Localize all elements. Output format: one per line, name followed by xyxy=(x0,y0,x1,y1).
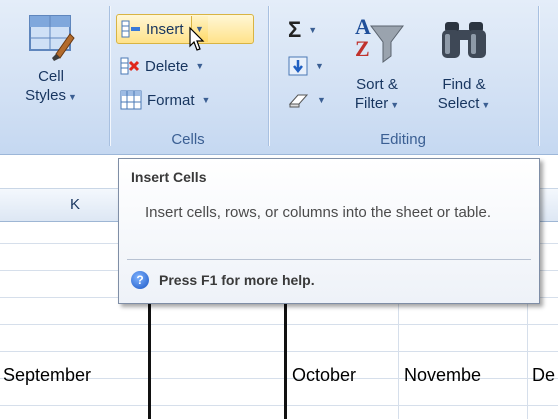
cell-december[interactable]: De xyxy=(532,365,555,386)
sort-filter-button[interactable]: A Z Sort & Filter ▼ xyxy=(342,12,412,115)
fill-button[interactable]: ▼ xyxy=(284,52,330,80)
clear-button[interactable]: ▼ xyxy=(284,86,332,114)
delete-cells-icon xyxy=(120,57,140,75)
dropdown-arrow-icon[interactable]: ▼ xyxy=(317,95,326,105)
tooltip-title: Insert Cells xyxy=(131,169,207,185)
sort-filter-icon: A Z xyxy=(355,14,404,63)
help-icon: ? xyxy=(131,271,149,289)
cell-styles-icon xyxy=(29,15,75,61)
tooltip-help: ? Press F1 for more help. xyxy=(131,271,315,289)
cell-november[interactable]: Novembe xyxy=(404,365,481,386)
find-select-label-2: Select ▼ xyxy=(437,95,491,112)
delete-button[interactable]: Delete ▼ xyxy=(116,52,210,80)
dropdown-arrow-icon[interactable]: ▼ xyxy=(315,61,324,71)
cell-styles-label-2: Styles ▼ xyxy=(25,87,77,104)
cells-group: Insert ▼ Delete ▼ Format ▼ Cells xyxy=(112,6,264,150)
dropdown-arrow-icon: ▼ xyxy=(390,100,400,110)
group-separator xyxy=(268,6,269,146)
cell-styles-button[interactable]: Cell Styles ▼ xyxy=(10,12,92,107)
find-select-label-1: Find & xyxy=(442,76,486,93)
insert-cells-tooltip: Insert Cells Insert cells, rows, or colu… xyxy=(118,158,540,304)
cell-border xyxy=(284,290,287,419)
group-separator xyxy=(538,6,539,146)
fill-down-icon xyxy=(288,56,308,76)
editing-group-label: Editing xyxy=(380,131,426,148)
insert-cells-icon xyxy=(121,20,140,38)
sort-filter-label-1: Sort & xyxy=(356,76,398,93)
format-label: Format xyxy=(147,91,195,109)
styles-group: Cell Styles ▼ xyxy=(0,6,106,150)
dropdown-arrow-icon[interactable]: ▼ xyxy=(195,61,204,71)
cells-group-label: Cells xyxy=(171,131,205,148)
tooltip-help-text: Press F1 for more help. xyxy=(159,272,315,288)
tooltip-body: Insert cells, rows, or columns into the … xyxy=(145,204,491,221)
delete-label: Delete xyxy=(145,57,189,75)
cell-october[interactable]: October xyxy=(292,365,356,386)
format-button[interactable]: Format ▼ xyxy=(116,86,216,114)
group-separator xyxy=(109,6,110,146)
mouse-cursor-icon xyxy=(189,26,205,51)
cell-border xyxy=(148,290,151,419)
autosum-button[interactable]: Σ ▼ xyxy=(284,16,323,44)
sort-filter-label-2: Filter ▼ xyxy=(354,95,400,112)
dropdown-arrow-icon: ▼ xyxy=(67,92,77,102)
ribbon: Cell Styles ▼ Insert ▼ Delete ▼ Format ▼… xyxy=(0,0,558,155)
cell-september[interactable]: September xyxy=(3,365,91,386)
binoculars-icon xyxy=(442,22,486,58)
insert-label: Insert xyxy=(146,20,184,38)
eraser-icon xyxy=(288,94,309,108)
sum-icon: Σ xyxy=(288,17,302,42)
dropdown-arrow-icon: ▼ xyxy=(481,100,491,110)
tooltip-divider xyxy=(127,259,531,260)
format-cells-icon xyxy=(120,90,142,110)
dropdown-arrow-icon[interactable]: ▼ xyxy=(202,95,211,105)
editing-group: Σ ▼ ▼ ▼ A Z Sort & Filter ▼ Find & Selec… xyxy=(272,6,534,150)
find-select-button[interactable]: Find & Select ▼ xyxy=(424,12,504,115)
dropdown-arrow-icon[interactable]: ▼ xyxy=(308,25,317,35)
cell-styles-label-1: Cell xyxy=(38,68,64,85)
svg-text:Z: Z xyxy=(355,36,370,61)
